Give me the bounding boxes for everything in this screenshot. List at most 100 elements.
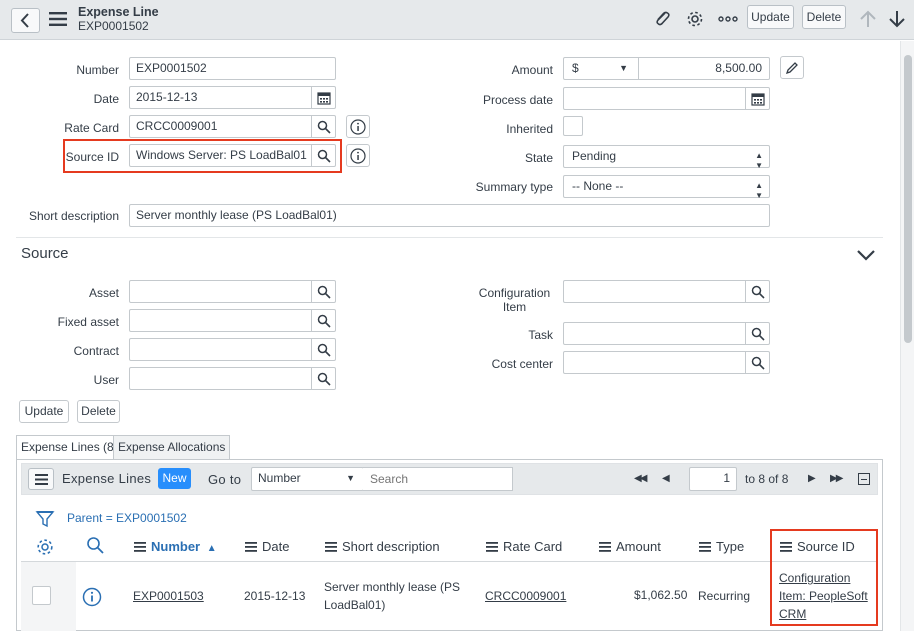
- column-menu-icon: [599, 541, 611, 552]
- column-header-short-description[interactable]: Short description: [325, 539, 440, 554]
- list-menu-button[interactable]: [28, 468, 54, 490]
- configuration-item-label-line2: Item: [502, 300, 527, 314]
- filter-breadcrumb[interactable]: Parent = EXP0001502: [67, 511, 187, 525]
- paperclip-icon[interactable]: [651, 8, 673, 30]
- go-to-label: Go to: [208, 472, 242, 487]
- task-lookup-button[interactable]: [746, 322, 770, 345]
- column-label: Type: [716, 539, 745, 554]
- inherited-checkbox[interactable]: [563, 116, 583, 136]
- amount-label: Amount: [511, 63, 553, 77]
- contract-lookup-button[interactable]: [312, 338, 336, 361]
- form-update-button[interactable]: Update: [19, 400, 69, 423]
- asset-label: Asset: [88, 286, 119, 300]
- search-icon: [317, 343, 331, 357]
- column-header-rate-card[interactable]: Rate Card: [486, 539, 562, 554]
- row-info-icon[interactable]: [82, 587, 102, 607]
- fixed-asset-field[interactable]: [129, 309, 312, 332]
- page-number-input[interactable]: 1: [689, 467, 737, 491]
- asset-lookup-button[interactable]: [312, 280, 336, 303]
- more-options-icon[interactable]: [717, 8, 739, 30]
- column-header-date[interactable]: Date: [245, 539, 289, 554]
- info-icon: [350, 148, 366, 164]
- row-short-description-line1: Server monthly lease (PS: [324, 580, 461, 594]
- contract-label: Contract: [73, 344, 119, 358]
- page-info: to 8 of 8: [745, 472, 789, 486]
- chevron-down-icon[interactable]: [856, 248, 876, 262]
- row-checkbox[interactable]: [32, 586, 51, 605]
- row-date: 2015-12-13: [244, 589, 306, 603]
- form-delete-button[interactable]: Delete: [77, 400, 120, 423]
- last-page-icon[interactable]: ▶▶: [830, 473, 843, 484]
- short-description-field[interactable]: Server monthly lease (PS LoadBal01): [129, 204, 770, 227]
- arrow-down-icon[interactable]: [886, 8, 908, 30]
- list-settings-gear-icon[interactable]: [35, 537, 55, 557]
- configuration-item-lookup-button[interactable]: [746, 280, 770, 303]
- tab-expense-allocations[interactable]: Expense Allocations: [113, 435, 231, 459]
- source-id-lookup-button[interactable]: [312, 144, 336, 167]
- gear-icon[interactable]: [684, 8, 706, 30]
- user-lookup-button[interactable]: [312, 367, 336, 390]
- search-icon[interactable]: [86, 536, 106, 556]
- cost-center-label: Cost center: [491, 357, 553, 371]
- related-list-title: Expense Lines: [62, 471, 152, 486]
- rate-card-lookup-button[interactable]: [312, 115, 336, 138]
- previous-page-icon[interactable]: ◀: [662, 473, 670, 484]
- fixed-asset-label: Fixed asset: [57, 315, 119, 329]
- rate-card-info-button[interactable]: [346, 115, 370, 138]
- tab-expense-lines[interactable]: Expense Lines (8): [16, 435, 123, 460]
- column-header-amount[interactable]: Amount: [599, 539, 661, 554]
- arrow-up-icon[interactable]: [857, 8, 879, 30]
- summary-type-select[interactable]: -- None -- ▲ ▼: [563, 175, 770, 200]
- search-icon: [751, 327, 765, 341]
- user-field[interactable]: [129, 367, 312, 390]
- edit-amount-button[interactable]: [780, 56, 804, 79]
- column-header-number[interactable]: Number ▲: [134, 539, 217, 554]
- date-label: Date: [93, 92, 119, 106]
- select-arrows-icon: ▲ ▼: [755, 151, 763, 170]
- column-menu-icon: [699, 541, 711, 552]
- process-date-field[interactable]: [563, 87, 746, 110]
- amount-field[interactable]: 8,500.00: [639, 57, 770, 80]
- filter-icon[interactable]: [35, 509, 55, 529]
- asset-field[interactable]: [129, 280, 312, 303]
- goto-field-select[interactable]: Number ▼: [251, 467, 364, 491]
- process-date-label: Process date: [482, 93, 553, 107]
- cost-center-field[interactable]: [563, 351, 746, 374]
- row-number-link[interactable]: EXP0001503: [133, 589, 204, 603]
- contract-field[interactable]: [129, 338, 312, 361]
- next-page-icon[interactable]: ▶: [808, 473, 816, 484]
- collapse-list-icon[interactable]: [858, 473, 870, 485]
- number-field[interactable]: EXP0001502: [129, 57, 336, 80]
- configuration-item-field[interactable]: [563, 280, 746, 303]
- list-search-input[interactable]: [363, 467, 513, 491]
- hamburger-menu-icon[interactable]: [49, 12, 67, 26]
- first-page-icon[interactable]: ◀◀: [634, 473, 647, 484]
- task-field[interactable]: [563, 322, 746, 345]
- scrollbar-thumb[interactable]: [904, 55, 912, 343]
- date-field[interactable]: 2015-12-13: [129, 86, 312, 109]
- currency-select[interactable]: $ ▼: [563, 57, 639, 80]
- new-button[interactable]: New: [158, 468, 191, 489]
- header-update-button[interactable]: Update: [747, 5, 794, 29]
- search-icon: [317, 285, 331, 299]
- back-button[interactable]: [11, 8, 40, 33]
- column-menu-icon: [486, 541, 498, 552]
- scrollbar[interactable]: [900, 41, 914, 631]
- source-id-field[interactable]: Windows Server: PS LoadBal01: [129, 144, 312, 167]
- section-divider: [16, 237, 883, 238]
- goto-field-value: Number: [258, 471, 301, 485]
- column-header-type[interactable]: Type: [699, 539, 744, 554]
- header-delete-button[interactable]: Delete: [802, 5, 846, 29]
- row-type: Recurring: [698, 589, 751, 603]
- process-date-picker-button[interactable]: [746, 87, 770, 110]
- number-label: Number: [76, 63, 119, 77]
- calendar-icon: [317, 92, 331, 105]
- cost-center-lookup-button[interactable]: [746, 351, 770, 374]
- row-rate-card-link[interactable]: CRCC0009001: [485, 589, 566, 603]
- column-menu-icon: [325, 541, 337, 552]
- source-id-info-button[interactable]: [346, 144, 370, 167]
- state-select[interactable]: Pending ▲ ▼: [563, 145, 770, 170]
- fixed-asset-lookup-button[interactable]: [312, 309, 336, 332]
- date-picker-button[interactable]: [312, 86, 336, 109]
- rate-card-field[interactable]: CRCC0009001: [129, 115, 312, 138]
